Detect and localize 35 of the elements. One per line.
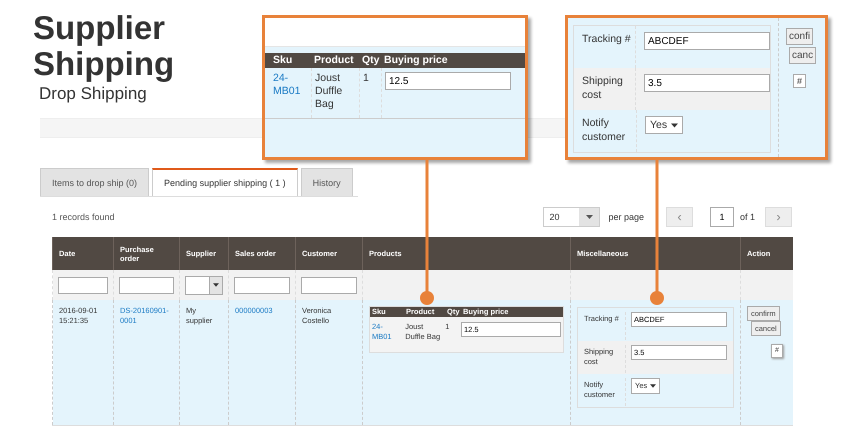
products-column-header: Buying price — [383, 53, 449, 68]
records-count: 1 records found — [52, 212, 115, 222]
page-title: Supplier Shipping — [33, 10, 174, 82]
page-count: of 1 — [740, 212, 755, 222]
field-label: Shipping cost — [574, 68, 636, 110]
product-name: Joust Duffle Bag — [315, 72, 342, 110]
page-size-select[interactable]: 20 — [543, 207, 600, 227]
input-field[interactable]: 3.5 — [644, 74, 770, 92]
quantity: 1 — [363, 72, 369, 84]
filter-field[interactable] — [119, 276, 174, 294]
caret-icon — [671, 122, 678, 128]
sku-link[interactable]: 24-MB01 — [273, 72, 308, 98]
notify-select[interactable]: Yes — [645, 116, 684, 134]
filter-field[interactable] — [234, 276, 290, 294]
tab[interactable]: Pending supplier shipping ( 1 ) — [152, 168, 298, 196]
buying-price-field[interactable]: 12.5 — [385, 72, 511, 90]
caret-icon — [650, 384, 656, 388]
action-button[interactable]: confi — [786, 28, 814, 45]
input-field[interactable]: ABCDEF — [644, 32, 770, 50]
per-page-label: per page — [608, 212, 644, 222]
products-column-header: Qty — [361, 53, 381, 68]
caret-icon — [586, 215, 593, 219]
caret-icon — [213, 283, 219, 287]
tooltip: # — [793, 74, 806, 88]
page-subtitle: Drop Shipping — [38, 84, 147, 104]
action-button[interactable]: canc — [789, 47, 816, 64]
tab[interactable]: Items to drop ship (0) — [40, 168, 150, 196]
page-input[interactable]: 1 — [710, 207, 734, 227]
field-label: Notify customer — [574, 110, 637, 152]
filter-select[interactable] — [185, 276, 223, 294]
filter-field[interactable] — [58, 276, 108, 294]
filter-field[interactable] — [301, 276, 357, 294]
tab[interactable]: History — [300, 168, 353, 196]
products-column-header: Sku — [272, 53, 294, 68]
products-column-header: Product — [313, 53, 355, 68]
